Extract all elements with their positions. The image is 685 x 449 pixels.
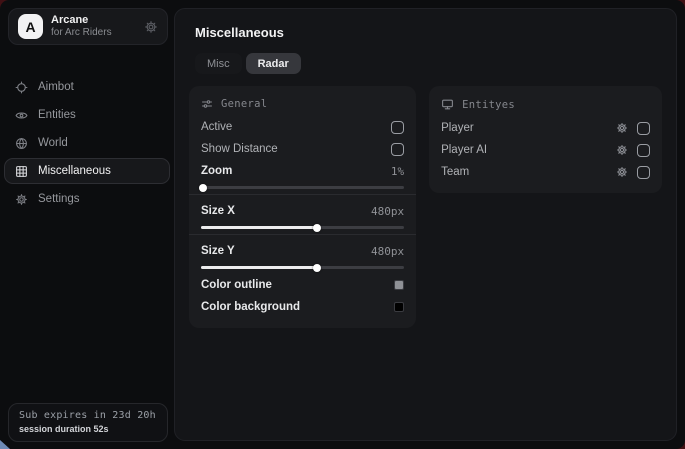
size-x-label: Size X bbox=[201, 205, 235, 217]
crosshair-icon bbox=[15, 81, 28, 94]
player-ai-checkbox[interactable] bbox=[637, 144, 650, 157]
sliders-icon bbox=[201, 98, 213, 110]
zoom-slider-thumb[interactable] bbox=[199, 184, 207, 192]
monitor-icon bbox=[441, 98, 454, 111]
gear-icon[interactable] bbox=[144, 20, 158, 34]
entities-panel-title: Entityes bbox=[462, 99, 515, 111]
size-x-value: 480px bbox=[371, 205, 404, 218]
grid-icon bbox=[15, 165, 28, 178]
session-duration-text: session duration 52s bbox=[19, 424, 157, 434]
size-x-slider-thumb[interactable] bbox=[313, 224, 321, 232]
panel-row: General Active Show Distance Zoom 1% bbox=[189, 86, 662, 328]
zoom-value: 1% bbox=[391, 165, 404, 178]
team-row: Team bbox=[441, 161, 650, 183]
zoom-row: Zoom 1% bbox=[201, 160, 404, 182]
app-text: Arcane for Arc Riders bbox=[51, 14, 112, 38]
size-y-label: Size Y bbox=[201, 245, 235, 257]
app-header-card: A Arcane for Arc Riders bbox=[8, 8, 168, 45]
zoom-slider-fill bbox=[201, 186, 203, 189]
sidebar-item-miscellaneous[interactable]: Miscellaneous bbox=[4, 158, 170, 184]
gear-icon[interactable] bbox=[616, 166, 628, 178]
general-panel-header: General bbox=[201, 98, 404, 110]
tab-bar: Misc Radar bbox=[195, 53, 662, 74]
sidebar-item-label: World bbox=[38, 137, 68, 149]
color-background-swatch[interactable] bbox=[394, 302, 404, 312]
player-row: Player bbox=[441, 117, 650, 139]
sidebar-item-settings[interactable]: Settings bbox=[4, 186, 170, 212]
app-title: Arcane bbox=[51, 14, 112, 27]
gear-icon[interactable] bbox=[616, 144, 628, 156]
size-x-row: Size X 480px bbox=[201, 200, 404, 222]
sub-expiry-text: Sub expires in 23d 20h bbox=[19, 410, 157, 421]
size-y-slider-thumb[interactable] bbox=[313, 264, 321, 272]
sidebar-item-world[interactable]: World bbox=[4, 130, 170, 156]
app-window: A Arcane for Arc Riders Category bbox=[0, 0, 685, 449]
color-outline-label: Color outline bbox=[201, 279, 272, 291]
sidebar-item-label: Settings bbox=[38, 193, 80, 205]
sidebar-item-label: Aimbot bbox=[38, 81, 74, 93]
sidebar: A Arcane for Arc Riders Category bbox=[0, 0, 174, 449]
sidebar-item-aimbot[interactable]: Aimbot bbox=[4, 74, 170, 100]
divider bbox=[189, 234, 416, 235]
sidebar-item-label: Miscellaneous bbox=[38, 165, 111, 177]
color-outline-row: Color outline bbox=[201, 274, 404, 296]
show-distance-label: Show Distance bbox=[201, 143, 278, 155]
page-title: Miscellaneous bbox=[195, 25, 662, 40]
tab-misc[interactable]: Misc bbox=[195, 53, 242, 74]
player-label: Player bbox=[441, 122, 474, 134]
active-label: Active bbox=[201, 121, 232, 133]
gear-icon[interactable] bbox=[616, 122, 628, 134]
show-distance-row: Show Distance bbox=[201, 138, 404, 160]
player-ai-row: Player AI bbox=[441, 139, 650, 161]
team-label: Team bbox=[441, 166, 469, 178]
divider bbox=[189, 194, 416, 195]
show-distance-checkbox[interactable] bbox=[391, 143, 404, 156]
size-y-slider-fill bbox=[201, 266, 317, 269]
app-subtitle: for Arc Riders bbox=[51, 27, 112, 39]
color-background-label: Color background bbox=[201, 301, 300, 313]
size-y-value: 480px bbox=[371, 245, 404, 258]
gear-icon bbox=[15, 193, 28, 206]
general-panel: General Active Show Distance Zoom 1% bbox=[189, 86, 416, 328]
active-row: Active bbox=[201, 116, 404, 138]
globe-icon bbox=[15, 137, 28, 150]
zoom-label: Zoom bbox=[201, 165, 232, 177]
eye-icon bbox=[15, 109, 28, 122]
zoom-slider[interactable] bbox=[201, 186, 404, 189]
player-checkbox[interactable] bbox=[637, 122, 650, 135]
subscription-info-box: Sub expires in 23d 20h session duration … bbox=[8, 403, 168, 442]
general-panel-title: General bbox=[221, 98, 267, 110]
entities-panel: Entityes Player P bbox=[429, 86, 662, 193]
sidebar-item-entities[interactable]: Entities bbox=[4, 102, 170, 128]
tab-radar[interactable]: Radar bbox=[246, 53, 301, 74]
entities-panel-header: Entityes bbox=[441, 98, 650, 111]
size-y-row: Size Y 480px bbox=[201, 240, 404, 262]
active-checkbox[interactable] bbox=[391, 121, 404, 134]
main-panel: Miscellaneous Misc Radar General Active bbox=[174, 8, 677, 441]
size-y-slider[interactable] bbox=[201, 266, 404, 269]
color-outline-swatch[interactable] bbox=[394, 280, 404, 290]
player-ai-label: Player AI bbox=[441, 144, 487, 156]
size-x-slider-fill bbox=[201, 226, 317, 229]
app-logo: A bbox=[18, 14, 43, 39]
size-x-slider[interactable] bbox=[201, 226, 404, 229]
color-background-row: Color background bbox=[201, 296, 404, 318]
sidebar-nav: Aimbot Entities World bbox=[4, 72, 170, 214]
sidebar-item-label: Entities bbox=[38, 109, 76, 121]
team-checkbox[interactable] bbox=[637, 166, 650, 179]
